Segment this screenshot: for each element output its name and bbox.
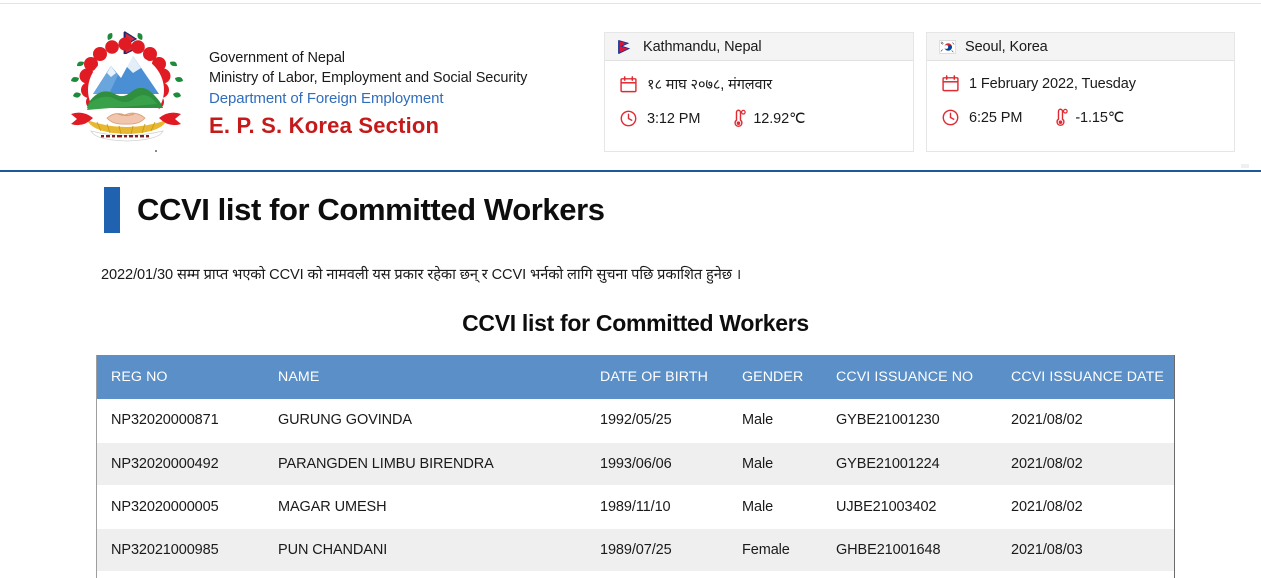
table-body: NP32020000871 GURUNG GOVINDA 1992/05/25 … bbox=[97, 399, 1174, 572]
cell-issuance-no: UJBE21003402 bbox=[822, 485, 997, 529]
city-card-body: १८ माघ २०७८, मंगलवार 3:12 PM 12.92℃ bbox=[605, 61, 913, 128]
cell-name: GURUNG GOVINDA bbox=[264, 399, 586, 443]
city-card-seoul: Seoul, Korea 1 February 2022, Tuesday 6:… bbox=[926, 32, 1235, 152]
cell-issuance-no: GYBE21001224 bbox=[822, 442, 997, 486]
cell-name: MAGAR UMESH bbox=[264, 485, 586, 529]
cell-name: PARANGDEN LIMBU BIRENDRA bbox=[264, 442, 586, 486]
city-temperature-text: 12.92℃ bbox=[753, 110, 806, 127]
korea-flag-icon bbox=[939, 39, 956, 54]
column-header-date-of-birth[interactable]: DATE OF BIRTH bbox=[586, 355, 728, 399]
city-card-header: Seoul, Korea bbox=[927, 33, 1234, 61]
page-title-block: CCVI list for Committed Workers bbox=[104, 187, 605, 233]
cell-gender: Male bbox=[728, 399, 822, 443]
city-card-kathmandu: Kathmandu, Nepal १८ माघ २०७८, मंगलवार 3:… bbox=[604, 32, 914, 152]
cell-issuance-date: 2021/08/03 bbox=[997, 528, 1174, 572]
org-line-eps-korea-section: E. P. S. Korea Section bbox=[209, 113, 440, 138]
cell-issuance-date: 2021/08/02 bbox=[997, 485, 1174, 529]
table-row[interactable]: NP32020000005 MAGAR UMESH 1989/11/10 Mal… bbox=[97, 485, 1174, 529]
page-root: Government of Nepal Ministry of Labor, E… bbox=[0, 0, 1261, 578]
city-temperature-text: -1.15℃ bbox=[1075, 109, 1125, 126]
ccvi-table-container[interactable]: REG NO NAME DATE OF BIRTH GENDER CCVI IS… bbox=[96, 355, 1175, 578]
column-header-ccvi-issuance-no[interactable]: CCVI ISSUANCE NO bbox=[822, 355, 997, 399]
table-row[interactable]: NP32020000492 PARANGDEN LIMBU BIRENDRA 1… bbox=[97, 442, 1174, 486]
title-accent-bar bbox=[104, 187, 120, 233]
cell-issuance-no: GHBE21001648 bbox=[822, 528, 997, 572]
cell-issuance-date: 2021/08/02 bbox=[997, 442, 1174, 486]
city-temperature-group: -1.15℃ bbox=[1052, 108, 1124, 127]
city-card-body: 1 February 2022, Tuesday 6:25 PM -1.15℃ bbox=[927, 61, 1234, 127]
city-date-text: १८ माघ २०७८, मंगलवार bbox=[647, 77, 773, 93]
page-title: CCVI list for Committed Workers bbox=[137, 192, 605, 227]
cell-name: PUN CHANDANI bbox=[264, 528, 586, 572]
cell-issuance-no: GYBE21001230 bbox=[822, 399, 997, 443]
column-header-gender[interactable]: GENDER bbox=[728, 355, 822, 399]
table-row[interactable]: NP32020000871 GURUNG GOVINDA 1992/05/25 … bbox=[97, 399, 1174, 443]
city-temperature-group: 12.92℃ bbox=[730, 109, 805, 128]
screenshot-artifact bbox=[155, 150, 157, 152]
city-time-temp-row: 6:25 PM -1.15℃ bbox=[941, 108, 1234, 127]
cell-reg-no: NP32021000985 bbox=[97, 528, 264, 572]
calendar-icon bbox=[942, 75, 959, 92]
cell-date-of-birth: 1992/05/25 bbox=[586, 399, 728, 443]
city-date-row: 1 February 2022, Tuesday bbox=[941, 74, 1234, 93]
nepal-coat-of-arms-icon bbox=[63, 28, 191, 148]
clock-icon bbox=[620, 110, 637, 127]
table-row[interactable]: NP32021000985 PUN CHANDANI 1989/07/25 Fe… bbox=[97, 528, 1174, 572]
cell-date-of-birth: 1989/07/25 bbox=[586, 528, 728, 572]
table-head: REG NO NAME DATE OF BIRTH GENDER CCVI IS… bbox=[97, 355, 1174, 399]
city-date-row: १८ माघ २०७८, मंगलवार bbox=[619, 74, 913, 94]
table-header-row: REG NO NAME DATE OF BIRTH GENDER CCVI IS… bbox=[97, 355, 1174, 399]
thermometer-icon bbox=[1056, 108, 1069, 127]
calendar-icon bbox=[620, 75, 637, 92]
cell-gender: Female bbox=[728, 528, 822, 572]
clock-icon bbox=[942, 109, 959, 126]
notice-text: 2022/01/30 सम्म प्राप्त भएको CCVI को नाम… bbox=[101, 267, 742, 283]
cell-date-of-birth: 1989/11/10 bbox=[586, 485, 728, 529]
city-time-temp-row: 3:12 PM 12.92℃ bbox=[619, 109, 913, 128]
org-line-ministry: Ministry of Labor, Employment and Social… bbox=[209, 70, 528, 86]
city-date-text: 1 February 2022, Tuesday bbox=[969, 75, 1136, 92]
cell-reg-no: NP32020000492 bbox=[97, 442, 264, 486]
city-time-text: 3:12 PM bbox=[647, 110, 701, 127]
city-time-text: 6:25 PM bbox=[969, 109, 1023, 126]
cell-date-of-birth: 1993/06/06 bbox=[586, 442, 728, 486]
site-header: Government of Nepal Ministry of Labor, E… bbox=[0, 4, 1261, 171]
ccvi-table: REG NO NAME DATE OF BIRTH GENDER CCVI IS… bbox=[97, 355, 1174, 572]
thermometer-icon bbox=[734, 109, 747, 128]
column-header-name[interactable]: NAME bbox=[264, 355, 586, 399]
nepal-flag-icon bbox=[618, 39, 631, 54]
city-name: Kathmandu, Nepal bbox=[643, 38, 762, 55]
table-title: CCVI list for Committed Workers bbox=[462, 310, 809, 336]
column-header-ccvi-issuance-date[interactable]: CCVI ISSUANCE DATE bbox=[997, 355, 1174, 399]
cell-reg-no: NP32020000871 bbox=[97, 399, 264, 443]
org-line-government: Government of Nepal bbox=[209, 50, 345, 66]
main-content: CCVI list for Committed Workers 2022/01/… bbox=[0, 172, 1261, 578]
cell-issuance-date: 2021/08/02 bbox=[997, 399, 1174, 443]
cell-gender: Male bbox=[728, 485, 822, 529]
cell-gender: Male bbox=[728, 442, 822, 486]
city-name: Seoul, Korea bbox=[965, 38, 1048, 55]
organization-titles: Government of Nepal Ministry of Labor, E… bbox=[209, 48, 609, 141]
city-card-header: Kathmandu, Nepal bbox=[605, 33, 913, 61]
column-header-reg-no[interactable]: REG NO bbox=[97, 355, 264, 399]
org-line-department: Department of Foreign Employment bbox=[209, 90, 444, 107]
screenshot-artifact bbox=[1241, 164, 1249, 168]
cell-reg-no: NP32020000005 bbox=[97, 485, 264, 529]
